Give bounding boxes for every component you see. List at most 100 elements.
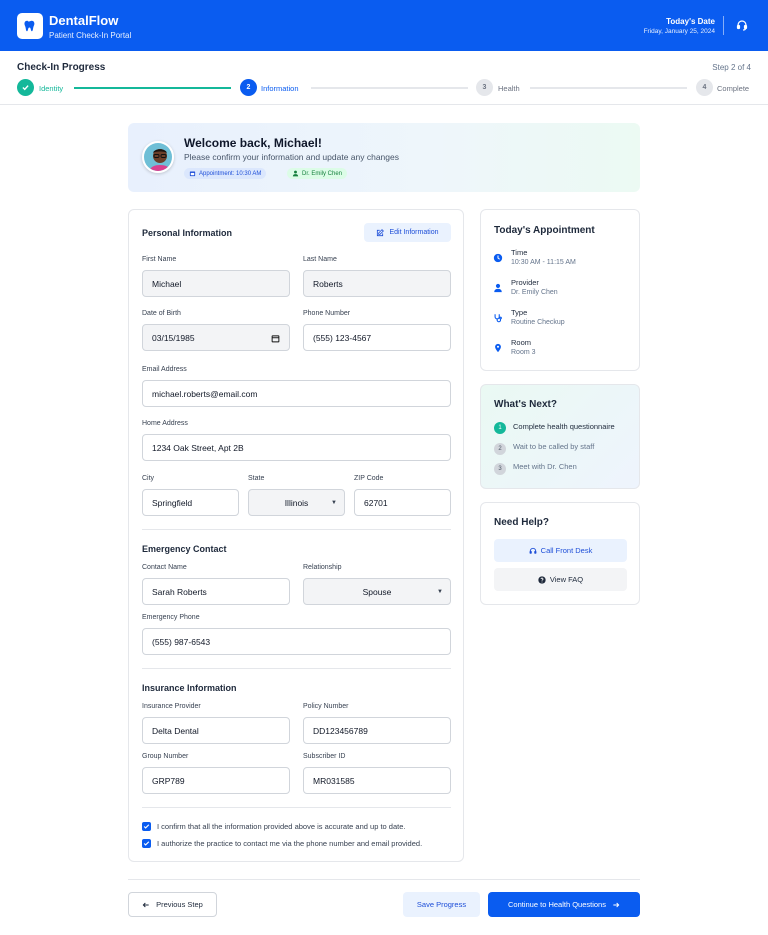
clock-icon <box>493 253 503 263</box>
relationship-label: Relationship <box>303 564 342 571</box>
city-field[interactable]: Springfield <box>142 489 239 516</box>
step-identity-label: Identity <box>39 84 64 93</box>
welcome-banner: Welcome back, Michael! Please confirm yo… <box>128 123 640 192</box>
last-name-label: Last Name <box>303 256 337 263</box>
next-step-number: 1 <box>494 422 506 434</box>
appointment-room-value: Room 3 <box>511 349 536 356</box>
zip-code-field[interactable]: 62701 <box>354 489 451 516</box>
headset-icon[interactable] <box>734 17 750 33</box>
progress-step-count: Step 2 of 4 <box>712 63 751 72</box>
chevron-down-icon: ▼ <box>437 589 443 595</box>
insurance-information-title: Insurance Information <box>142 683 237 693</box>
next-step-text: Complete health questionnaire <box>513 422 615 431</box>
policy-number-value: DD123456789 <box>313 725 368 736</box>
edit-information-button[interactable]: Edit Information <box>364 223 451 242</box>
group-number-label: Group Number <box>142 753 189 760</box>
need-help-card: Need Help? Call Front Desk View FAQ <box>480 502 640 605</box>
edit-information-label: Edit Information <box>389 229 439 236</box>
email-address-field[interactable]: michael.roberts@email.com <box>142 380 451 407</box>
date-value: Friday, January 25, 2024 <box>643 28 715 35</box>
app-header: DentalFlow Patient Check-In Portal Today… <box>0 0 768 51</box>
contact-consent-checkbox[interactable] <box>142 839 151 848</box>
call-front-desk-button[interactable]: Call Front Desk <box>494 539 627 562</box>
next-step-text: Meet with Dr. Chen <box>513 462 577 471</box>
stethoscope-icon <box>493 313 503 323</box>
step-information-number: 2 <box>240 79 257 96</box>
calendar-icon[interactable] <box>271 334 280 343</box>
continue-label: Continue to Health Questions <box>508 900 606 909</box>
progress-title: Check-In Progress <box>17 62 106 73</box>
arrow-right-icon <box>613 902 620 907</box>
city-value: Springfield <box>152 497 193 508</box>
insurance-provider-label: Insurance Provider <box>142 703 201 710</box>
checkmark-icon <box>143 824 150 829</box>
doctor-badge: Dr. Emily Chen <box>287 168 348 179</box>
subscriber-id-field[interactable]: MR031585 <box>303 767 451 794</box>
zip-code-value: 62701 <box>364 497 388 508</box>
email-address-label: Email Address <box>142 366 187 373</box>
city-label: City <box>142 475 155 482</box>
state-select[interactable]: Illinois ▼ <box>248 489 345 516</box>
next-step-number: 3 <box>494 463 506 475</box>
step-connector <box>74 87 231 89</box>
last-name-field[interactable]: Roberts <box>303 270 451 297</box>
state-value: Illinois <box>284 497 309 508</box>
arrow-left-icon <box>142 902 149 907</box>
group-number-field[interactable]: GRP789 <box>142 767 290 794</box>
checkmark-icon <box>143 841 150 846</box>
previous-step-button[interactable]: Previous Step <box>128 892 217 917</box>
appointment-badge: Appointment: 10:30 AM <box>184 168 267 179</box>
save-progress-button[interactable]: Save Progress <box>403 892 480 917</box>
chevron-down-icon: ▼ <box>331 500 337 506</box>
previous-step-label: Previous Step <box>156 900 203 909</box>
view-faq-label: View FAQ <box>549 575 584 584</box>
view-faq-button[interactable]: View FAQ <box>494 568 627 591</box>
question-circle-icon <box>538 575 546 584</box>
policy-number-field[interactable]: DD123456789 <box>303 717 451 744</box>
appointment-time-label: Time <box>511 248 528 257</box>
emergency-phone-field[interactable]: (555) 987-6543 <box>142 628 451 655</box>
brand-subtitle: Patient Check-In Portal <box>49 31 132 40</box>
next-step-number: 2 <box>494 443 506 455</box>
zip-code-label: ZIP Code <box>354 475 384 482</box>
continue-button[interactable]: Continue to Health Questions <box>488 892 640 917</box>
contact-name-field[interactable]: Sarah Roberts <box>142 578 290 605</box>
home-address-field[interactable]: 1234 Oak Street, Apt 2B <box>142 434 451 461</box>
appointment-badge-text: Appointment: 10:30 AM <box>199 170 262 177</box>
step-health-number: 3 <box>476 79 493 96</box>
appointment-provider-label: Provider <box>511 278 539 287</box>
first-name-field[interactable]: Michael <box>142 270 290 297</box>
policy-number-label: Policy Number <box>303 703 349 710</box>
step-connector <box>311 87 468 89</box>
date-of-birth-field[interactable]: 03/15/1985 <box>142 324 290 351</box>
section-divider <box>142 668 451 669</box>
appointment-room-label: Room <box>511 338 532 347</box>
todays-date: Today's Date Friday, January 25, 2024 <box>644 17 715 37</box>
section-divider <box>142 807 451 808</box>
date-of-birth-value: 03/15/1985 <box>152 332 195 343</box>
subscriber-id-value: MR031585 <box>313 775 355 786</box>
relationship-select[interactable]: Spouse ▼ <box>303 578 451 605</box>
footer-divider <box>128 879 640 880</box>
group-number-value: GRP789 <box>152 775 185 786</box>
doctor-icon <box>292 170 299 177</box>
next-step-text: Wait to be called by staff <box>513 442 595 451</box>
accuracy-consent-checkbox[interactable] <box>142 822 151 831</box>
insurance-provider-field[interactable]: Delta Dental <box>142 717 290 744</box>
whats-next-card: What's Next? 1 Complete health questionn… <box>480 384 640 489</box>
appointment-type-value: Routine Checkup <box>511 319 565 326</box>
phone-number-field[interactable]: (555) 123-4567 <box>303 324 451 351</box>
step-complete-number: 4 <box>696 79 713 96</box>
headset-icon <box>529 547 537 554</box>
appointment-provider-value: Dr. Emily Chen <box>511 289 558 296</box>
date-of-birth-label: Date of Birth <box>142 310 181 317</box>
step-complete-label: Complete <box>717 84 750 93</box>
contact-name-value: Sarah Roberts <box>152 586 207 597</box>
step-connector <box>530 87 687 89</box>
state-label: State <box>248 475 265 482</box>
relationship-value: Spouse <box>362 586 392 597</box>
home-address-label: Home Address <box>142 420 188 427</box>
phone-number-value: (555) 123-4567 <box>313 332 372 343</box>
contact-name-label: Contact Name <box>142 564 187 571</box>
emergency-phone-label: Emergency Phone <box>142 614 200 621</box>
